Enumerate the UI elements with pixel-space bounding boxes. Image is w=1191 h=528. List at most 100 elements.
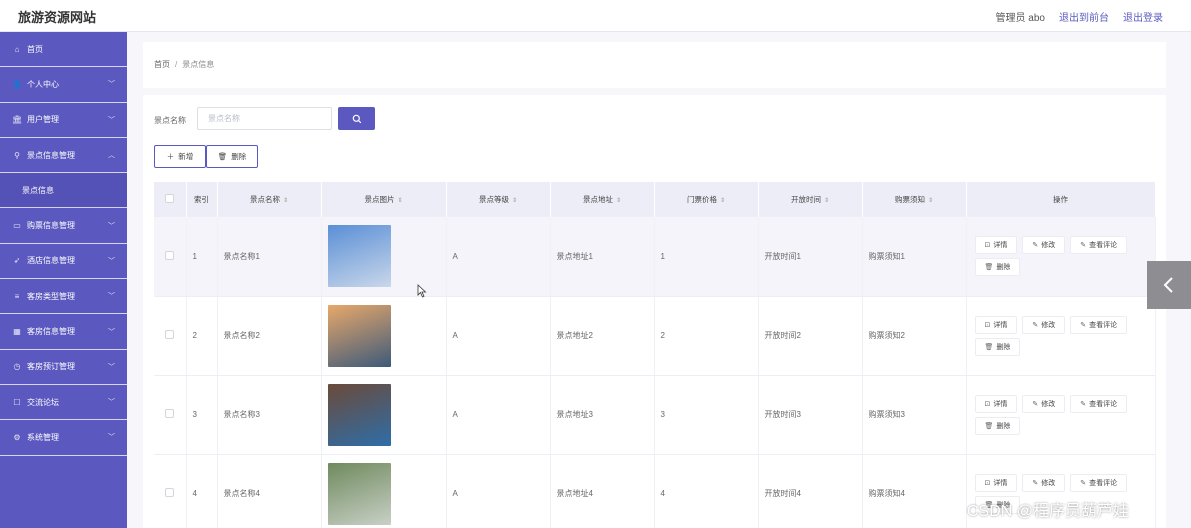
sidebar-item-9[interactable]: ◷ 客房预订管理 ﹀	[0, 350, 127, 385]
row-checkbox[interactable]	[165, 488, 175, 497]
top-header: 旅游资源网站 管理员 abo 退出到前台 退出登录	[0, 0, 1191, 32]
row-delete-button[interactable]: 🗑 删除	[974, 416, 1021, 435]
breadcrumb-home[interactable]: 首页	[154, 60, 170, 69]
chevron-left-icon	[1163, 277, 1173, 293]
cell-notice: 购票须知1	[862, 217, 967, 297]
sidebar-item-6[interactable]: ➶ 酒店信息管理 ﹀	[0, 244, 127, 280]
search-input[interactable]	[197, 107, 332, 130]
view-comments-button[interactable]: ✎ 查看评论	[1070, 394, 1128, 413]
view-comments-button[interactable]: ✎ 查看评论	[1070, 236, 1128, 255]
search-button[interactable]	[338, 107, 375, 130]
scenic-thumbnail[interactable]	[327, 462, 391, 525]
sidebar-item-0[interactable]: ⌂ 首页	[0, 32, 127, 68]
cell-level: A	[446, 375, 551, 455]
header-select-all[interactable]	[154, 182, 187, 217]
cell-actions: ⊡ 详情 ✎ 修改 ✎ 查看评论 🗑 删除	[966, 375, 1156, 455]
cell-price: 4	[654, 454, 759, 528]
column-header-2[interactable]: 景点图片 ⇕	[321, 182, 447, 217]
sidebar-item-label: 个人中心	[27, 79, 59, 89]
view-comments-button[interactable]: ✎ 查看评论	[1070, 473, 1128, 492]
sidebar-item-label: 酒店信息管理	[27, 256, 75, 266]
sidebar-item-1[interactable]: 👤 个人中心 ﹀	[0, 67, 127, 103]
row-select-cell[interactable]	[154, 375, 187, 455]
row-select-cell[interactable]	[154, 454, 187, 528]
column-header-7[interactable]: 购票须知 ⇕	[862, 182, 967, 217]
sort-icon[interactable]: ⇕	[283, 198, 288, 204]
sort-icon[interactable]: ⇕	[512, 198, 517, 204]
table-row[interactable]: 1 景点名称1 A 景点地址1 1 开放时间1 购票须知1 ⊡ 详情 ✎ 修改 ✎ 查看评论 🗑 删除	[154, 217, 1156, 297]
table-row[interactable]: 2 景点名称2 A 景点地址2 2 开放时间2 购票须知2 ⊡ 详情 ✎ 修改 ✎ 查看评论 🗑 删除	[154, 296, 1156, 376]
detail-button[interactable]: ⊡ 详情	[974, 236, 1018, 255]
cell-level: A	[446, 454, 551, 528]
column-header-6[interactable]: 开放时间 ⇕	[758, 182, 863, 217]
doc-icon: ⊡	[984, 242, 991, 250]
sidebar-item-11[interactable]: ⚙ 系统管理 ﹀	[0, 420, 127, 456]
search-icon	[352, 114, 361, 123]
view-comments-button-label: 查看评论	[1089, 479, 1118, 487]
collapse-panel-button[interactable]	[1147, 261, 1191, 309]
pencil-icon: ✎	[1032, 400, 1039, 408]
doc-icon: ⊡	[984, 321, 991, 329]
column-header-1[interactable]: 景点名称 ⇕	[217, 182, 322, 217]
row-delete-button[interactable]: 🗑 删除	[974, 258, 1021, 277]
plus-icon: ＋	[166, 152, 175, 161]
sidebar-item-2[interactable]: 🏛 用户管理 ﹀	[0, 103, 127, 138]
sidebar-item-3[interactable]: ⚲ 景点信息管理 ︿	[0, 138, 127, 174]
detail-button[interactable]: ⊡ 详情	[974, 394, 1018, 413]
row-checkbox[interactable]	[165, 250, 175, 260]
column-header-3[interactable]: 景点等级 ⇕	[446, 182, 551, 217]
detail-button[interactable]: ⊡ 详情	[974, 473, 1018, 492]
edit-button-label: 修改	[1041, 479, 1056, 487]
detail-button[interactable]: ⊡ 详情	[974, 315, 1018, 334]
table-header-row: 索引 景点名称 ⇕ 景点图片 ⇕ 景点等级 ⇕ 景点地址 ⇕ 门票价格 ⇕ 开放时间 ⇕ 购票须知 ⇕ 操作	[154, 182, 1156, 217]
view-comments-button[interactable]: ✎ 查看评论	[1070, 315, 1128, 334]
batch-delete-button[interactable]: 🗑 删除	[206, 145, 258, 168]
chevron-down-icon: ﹀	[108, 363, 115, 371]
column-header-label: 景点地址	[582, 195, 613, 204]
cell-notice: 购票须知4	[862, 454, 967, 528]
scenic-thumbnail[interactable]	[327, 383, 391, 446]
sort-icon[interactable]: ⇕	[720, 198, 725, 204]
sort-icon[interactable]: ⇕	[397, 198, 402, 204]
sidebar-item-7[interactable]: ≡ 客房类型管理 ﹀	[0, 279, 127, 315]
row-select-cell[interactable]	[154, 296, 187, 376]
select-all-checkbox[interactable]	[165, 194, 175, 203]
detail-button-label: 详情	[993, 400, 1008, 408]
edit-button[interactable]: ✎ 修改	[1022, 236, 1066, 255]
row-checkbox[interactable]	[165, 330, 175, 339]
mouse-cursor-icon	[417, 284, 427, 298]
sidebar-item-5[interactable]: ▭ 购票信息管理 ﹀	[0, 208, 127, 244]
edit-button[interactable]: ✎ 修改	[1022, 473, 1066, 492]
column-header-5[interactable]: 门票价格 ⇕	[654, 182, 759, 217]
add-button[interactable]: ＋新增	[154, 145, 206, 168]
scenic-thumbnail[interactable]	[327, 304, 391, 367]
sort-icon[interactable]: ⇕	[824, 198, 829, 204]
column-header-label: 景点图片	[364, 195, 395, 204]
chevron-down-icon: ﹀	[108, 328, 115, 336]
admin-label: 管理员 abo	[995, 13, 1045, 24]
sort-icon[interactable]: ⇕	[928, 198, 933, 204]
logout-link[interactable]: 退出登录	[1123, 9, 1163, 24]
sidebar-item-label: 购票信息管理	[27, 221, 75, 231]
column-header-4[interactable]: 景点地址 ⇕	[550, 182, 655, 217]
location-icon: ⚲	[14, 150, 20, 160]
send-icon: ➶	[13, 256, 21, 266]
pencil-icon: ✎	[1080, 479, 1087, 487]
doc-icon: ⊡	[984, 479, 991, 487]
site-title: 旅游资源网站	[18, 10, 97, 25]
cell-address: 景点地址3	[550, 375, 655, 455]
table-body: 1 景点名称1 A 景点地址1 1 开放时间1 购票须知1 ⊡ 详情 ✎ 修改 ✎ 查看评论 🗑 删除 2 景点…	[154, 217, 1156, 528]
row-checkbox[interactable]	[165, 409, 175, 418]
sidebar-item-4[interactable]: 景点信息	[0, 173, 127, 209]
sort-icon[interactable]: ⇕	[616, 198, 621, 204]
table-row[interactable]: 3 景点名称3 A 景点地址3 3 开放时间3 购票须知3 ⊡ 详情 ✎ 修改 ✎ 查看评论 🗑 删除	[154, 375, 1156, 455]
scenic-thumbnail[interactable]	[327, 225, 391, 288]
row-delete-button[interactable]: 🗑 删除	[974, 337, 1021, 356]
edit-button[interactable]: ✎ 修改	[1022, 315, 1066, 334]
sidebar-item-8[interactable]: ▦ 客房信息管理 ﹀	[0, 314, 127, 350]
sidebar-item-10[interactable]: ☐ 交流论坛 ﹀	[0, 385, 127, 421]
row-select-cell[interactable]	[154, 217, 187, 297]
back-to-front-link[interactable]: 退出到前台	[1059, 9, 1109, 24]
edit-button[interactable]: ✎ 修改	[1022, 394, 1066, 413]
column-header-0: 索引	[186, 182, 218, 217]
